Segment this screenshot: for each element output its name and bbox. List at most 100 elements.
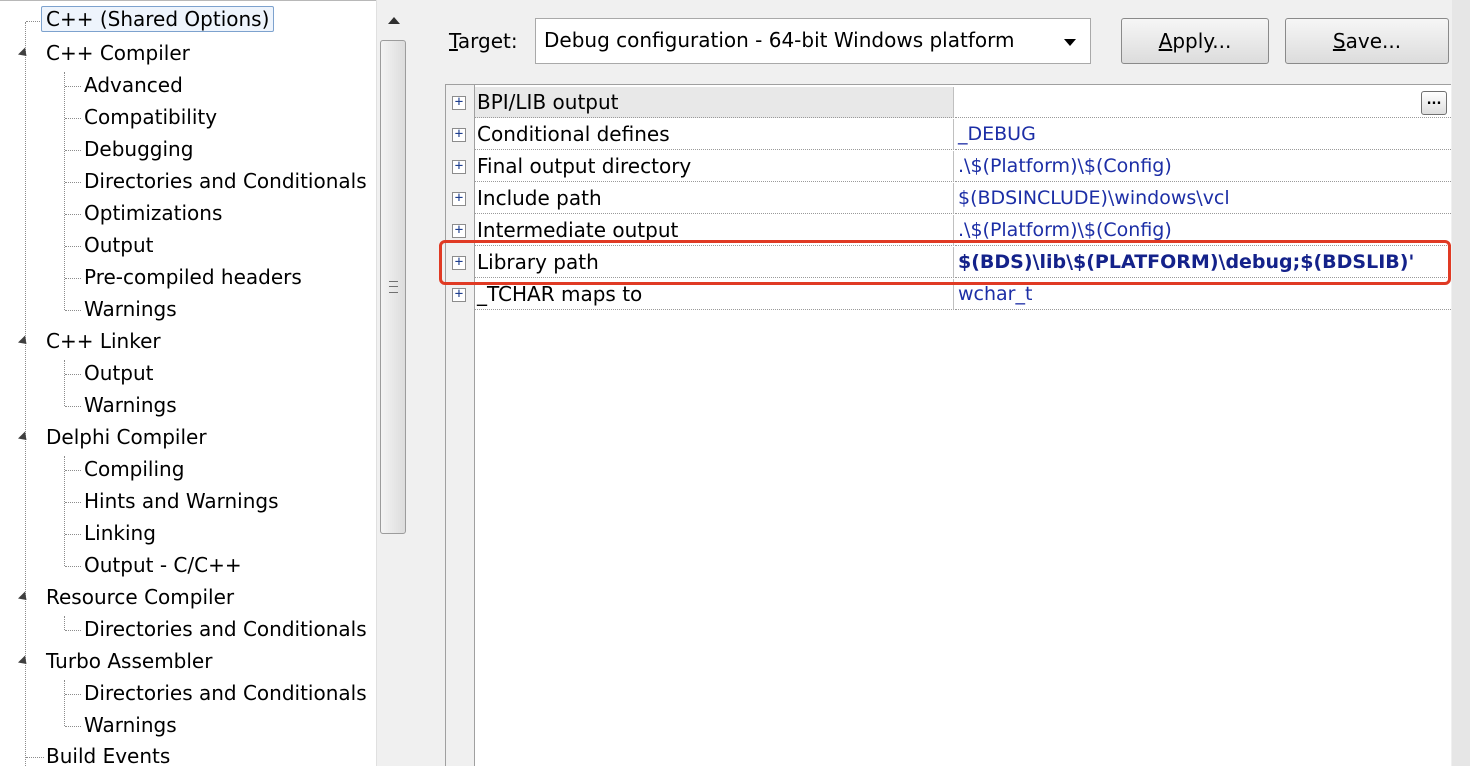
expand-plus-icon[interactable]: +	[452, 127, 466, 142]
arrow-up-icon	[388, 17, 400, 24]
target-dropdown-value: Debug configuration - 64-bit Windows pla…	[544, 28, 1015, 52]
expand-plus-icon[interactable]: +	[452, 159, 466, 174]
tree-item-label: C++ Compiler	[46, 41, 190, 65]
apply-button[interactable]: Apply...	[1121, 18, 1269, 64]
tree-item-label: Turbo Assembler	[46, 649, 213, 673]
expanded-triangle-icon[interactable]	[17, 47, 31, 60]
tree-item-label: Warnings	[84, 393, 177, 417]
property-value[interactable]: _DEBUG	[955, 119, 1451, 150]
save-mnemonic: S	[1332, 29, 1346, 53]
tree-item-label: Linking	[84, 521, 156, 545]
property-value[interactable]: .\$(Platform)\$(Config)	[955, 151, 1451, 182]
property-value[interactable]: $(BDSINCLUDE)\windows\vcl	[955, 183, 1451, 214]
options-tree: C++ (Shared Options) C++ Compiler Advanc…	[0, 0, 376, 766]
expand-plus-icon[interactable]: +	[452, 223, 466, 238]
property-row-final-output-directory[interactable]: + Final output directory .\$(Platform)\$…	[446, 151, 1451, 183]
tree-item-cpp-compiler[interactable]: C++ Compiler	[0, 38, 376, 70]
property-name: Include path	[475, 183, 954, 214]
chevron-down-icon	[1064, 39, 1076, 46]
expanded-triangle-icon[interactable]	[17, 655, 31, 668]
tree-item-advanced[interactable]: Advanced	[0, 70, 376, 102]
tree-item-label: Build Events	[46, 744, 171, 766]
tree-item-debugging[interactable]: Debugging	[0, 134, 376, 166]
property-value[interactable]: ...	[955, 87, 1451, 118]
property-row-tchar-maps-to[interactable]: + _TCHAR maps to wchar_t	[446, 279, 1451, 311]
project-options-window: C++ (Shared Options) C++ Compiler Advanc…	[0, 0, 1470, 766]
tree-item-resource-directories[interactable]: Directories and Conditionals	[0, 614, 376, 646]
tree-item-label: Directories and Conditionals	[84, 681, 367, 705]
expanded-triangle-icon[interactable]	[17, 335, 31, 348]
target-label-text: arget:	[457, 29, 518, 53]
property-value[interactable]: $(BDS)\lib\$(PLATFORM)\debug;$(BDSLIB)'	[955, 247, 1451, 278]
tree-item-linking[interactable]: Linking	[0, 518, 376, 550]
tree-item-assembler-directories[interactable]: Directories and Conditionals	[0, 678, 376, 710]
tree-item-label: Output - C/C++	[84, 553, 242, 577]
tree-item-label: Resource Compiler	[46, 585, 235, 609]
expand-plus-icon[interactable]: +	[452, 95, 466, 110]
tree-item-output-c-cpp[interactable]: Output - C/C++	[0, 550, 376, 582]
property-name: Library path	[475, 247, 954, 278]
tree-item-assembler-warnings[interactable]: Warnings	[0, 710, 376, 742]
scroll-up-button[interactable]	[378, 4, 408, 36]
tree-item-label: C++ (Shared Options)	[41, 6, 275, 32]
tree-item-linker-warnings[interactable]: Warnings	[0, 390, 376, 422]
tree-item-build-events[interactable]: Build Events	[0, 741, 376, 766]
grip-icon	[389, 281, 398, 293]
scrollbar-thumb[interactable]	[380, 40, 406, 534]
tree-item-warnings[interactable]: Warnings	[0, 294, 376, 326]
tree-item-compiling[interactable]: Compiling	[0, 454, 376, 486]
apply-label: pply...	[1172, 29, 1232, 53]
property-name: BPI/LIB output	[475, 87, 954, 118]
target-dropdown[interactable]: Debug configuration - 64-bit Windows pla…	[535, 18, 1091, 64]
tree-item-label: Compatibility	[84, 105, 218, 129]
tree-item-label: Output	[84, 233, 154, 257]
expanded-triangle-icon[interactable]	[17, 591, 31, 604]
options-detail-panel: Target: Debug configuration - 64-bit Win…	[411, 0, 1470, 766]
expand-plus-icon[interactable]: +	[452, 255, 466, 270]
tree-item-optimizations[interactable]: Optimizations	[0, 198, 376, 230]
ellipsis-button[interactable]: ...	[1421, 91, 1447, 115]
tree-item-label: Directories and Conditionals	[84, 617, 367, 641]
property-name: _TCHAR maps to	[475, 279, 954, 310]
target-label-mnemonic: T	[449, 29, 458, 53]
tree-item-output[interactable]: Output	[0, 230, 376, 262]
property-row-bpi-lib-output[interactable]: + BPI/LIB output ...	[446, 87, 1451, 119]
tree-item-label: C++ Linker	[46, 329, 161, 353]
property-name: Conditional defines	[475, 119, 954, 150]
property-row-library-path[interactable]: + Library path $(BDS)\lib\$(PLATFORM)\de…	[446, 247, 1451, 279]
tree-item-label: Pre-compiled headers	[84, 265, 302, 289]
property-row-intermediate-output[interactable]: + Intermediate output .\$(Platform)\$(Co…	[446, 215, 1451, 247]
property-value[interactable]: .\$(Platform)\$(Config)	[955, 215, 1451, 246]
tree-item-label: Hints and Warnings	[84, 489, 279, 513]
tree-item-label: Output	[84, 361, 154, 385]
property-name: Intermediate output	[475, 215, 954, 246]
expanded-triangle-icon[interactable]	[17, 431, 31, 444]
tree-item-label: Debugging	[84, 137, 194, 161]
tree-item-delphi-compiler[interactable]: Delphi Compiler	[0, 422, 376, 454]
tree-item-linker-output[interactable]: Output	[0, 358, 376, 390]
tree-item-hints-and-warnings[interactable]: Hints and Warnings	[0, 486, 376, 518]
tree-item-cpp-shared-options[interactable]: C++ (Shared Options)	[0, 6, 376, 38]
expand-plus-icon[interactable]: +	[452, 191, 466, 206]
expand-plus-icon[interactable]: +	[452, 287, 466, 302]
save-button[interactable]: Save...	[1285, 18, 1449, 64]
tree-scrollbar[interactable]	[376, 0, 411, 766]
tree-item-label: Compiling	[84, 457, 185, 481]
target-label: Target:	[449, 28, 518, 54]
tree-item-directories-and-conditionals[interactable]: Directories and Conditionals	[0, 166, 376, 198]
tree-item-label: Directories and Conditionals	[84, 169, 367, 193]
window-right-edge	[1452, 0, 1470, 766]
tree-item-turbo-assembler[interactable]: Turbo Assembler	[0, 646, 376, 678]
tree-item-pre-compiled-headers[interactable]: Pre-compiled headers	[0, 262, 376, 294]
tree-item-resource-compiler[interactable]: Resource Compiler	[0, 582, 376, 614]
property-row-include-path[interactable]: + Include path $(BDSINCLUDE)\windows\vcl	[446, 183, 1451, 215]
tree-top-border	[0, 0, 376, 1]
property-value[interactable]: wchar_t	[955, 279, 1451, 310]
tree-item-cpp-linker[interactable]: C++ Linker	[0, 326, 376, 358]
tree-item-label: Advanced	[84, 73, 183, 97]
property-row-conditional-defines[interactable]: + Conditional defines _DEBUG	[446, 119, 1451, 151]
apply-mnemonic: A	[1158, 29, 1173, 53]
tree-item-compatibility[interactable]: Compatibility	[0, 102, 376, 134]
tree-item-label: Optimizations	[84, 201, 223, 225]
tree-item-label: Delphi Compiler	[46, 425, 207, 449]
